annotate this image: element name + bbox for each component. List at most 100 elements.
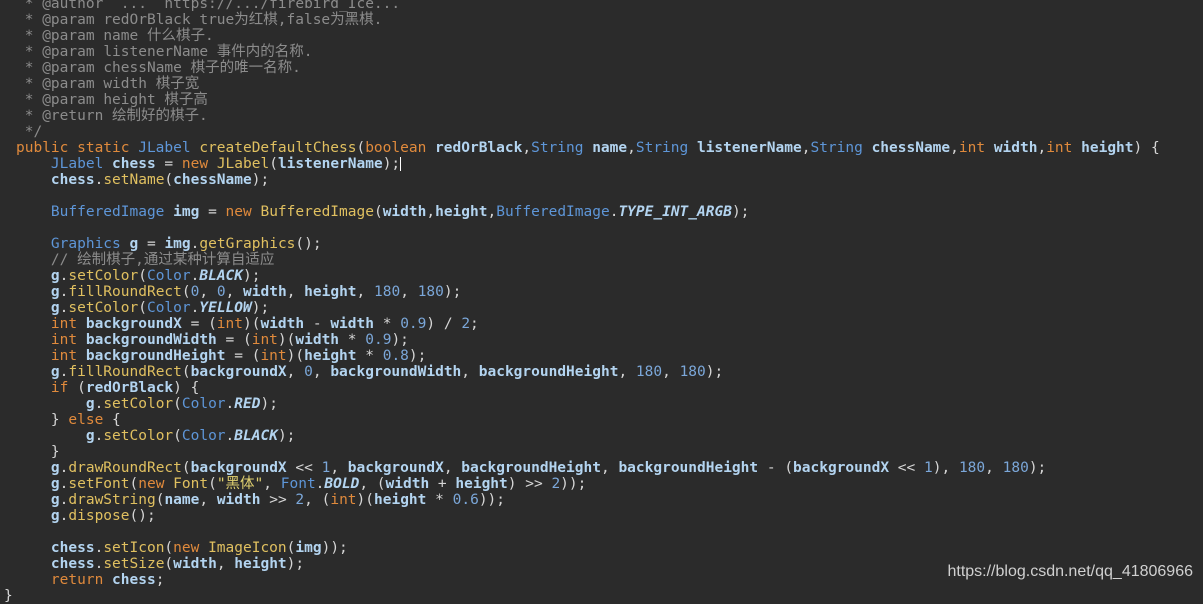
- code-token: height: [304, 348, 357, 364]
- code-token: 0: [216, 284, 226, 300]
- code-token: (: [181, 284, 191, 300]
- code-token: ,: [627, 140, 636, 156]
- code-line[interactable]: * @param name 什么棋子.: [16, 28, 214, 44]
- code-token: = (: [181, 316, 217, 332]
- code-line[interactable]: Graphics g = img.getGraphics();: [16, 236, 322, 252]
- code-line[interactable]: chess.setName(chessName);: [16, 172, 269, 188]
- code-line[interactable]: */: [16, 124, 42, 140]
- code-line[interactable]: // 绘制棋子,通过某种计算自适应: [16, 252, 274, 268]
- code-token: );: [382, 156, 401, 172]
- code-token: (: [173, 428, 182, 444]
- code-token: createDefaultChess: [199, 140, 357, 156]
- code-token: 2: [551, 476, 561, 492]
- code-line[interactable]: return chess;: [16, 572, 165, 588]
- code-token: 1: [924, 460, 933, 476]
- code-token: setColor: [68, 268, 139, 284]
- code-token: @param: [42, 44, 95, 60]
- code-token: );: [731, 204, 750, 220]
- code-token: img: [173, 204, 200, 220]
- code-line[interactable]: g.setColor(Color.RED);: [16, 396, 278, 412]
- code-token: Color: [181, 428, 226, 444]
- code-line[interactable]: g.setColor(Color.BLACK);: [16, 268, 261, 284]
- code-editor[interactable]: * @author ... https://.../firebird_Ice..…: [0, 0, 1203, 604]
- code-line[interactable]: * @param width 棋子宽: [16, 76, 199, 92]
- code-token: name: [164, 492, 200, 508]
- code-token: width: [382, 204, 427, 220]
- code-line[interactable]: g.drawRoundRect(backgroundX << 1, backgr…: [16, 460, 1046, 476]
- code-token: *: [373, 316, 401, 332]
- code-token: -: [304, 316, 331, 332]
- code-token: redOrBlack true为红棋,false为黑棋.: [94, 12, 383, 28]
- code-line[interactable]: JLabel chess = new JLabel(listenerName);: [16, 156, 402, 172]
- code-token: ,: [400, 284, 418, 300]
- code-token: ,: [618, 364, 636, 380]
- code-token: chessName: [173, 172, 252, 188]
- code-line[interactable]: if (redOrBlack) {: [16, 380, 199, 396]
- code-token: listenerName: [277, 156, 383, 172]
- code-token: (: [269, 156, 278, 172]
- code-token: (: [164, 556, 174, 572]
- code-line[interactable]: int backgroundWidth = (int)(width * 0.9)…: [16, 332, 409, 348]
- code-line[interactable]: g.drawString(name, width >> 2, (int)(hei…: [16, 492, 505, 508]
- code-token: ,: [950, 140, 959, 156]
- code-line[interactable]: * @return 绘制好的棋子.: [16, 108, 208, 124]
- code-token: width 棋子宽: [94, 76, 200, 92]
- code-line[interactable]: BufferedImage img = new BufferedImage(wi…: [16, 204, 750, 220]
- code-line[interactable]: public static JLabel createDefaultChess(…: [16, 140, 1160, 156]
- code-token: ,: [426, 204, 436, 220]
- code-token: .: [225, 428, 235, 444]
- code-token: String: [810, 140, 872, 156]
- code-line[interactable]: g.setColor(Color.YELLOW);: [16, 300, 269, 316]
- code-token: name 什么棋子.: [94, 28, 214, 44]
- code-token: g: [85, 396, 95, 412]
- code-line[interactable]: g.dispose();: [16, 508, 156, 524]
- code-line[interactable]: g.setColor(Color.BLACK);: [16, 428, 296, 444]
- code-token: 2: [295, 492, 305, 508]
- code-line[interactable]: g.fillRoundRect(0, 0, width, height, 180…: [16, 284, 461, 300]
- code-line[interactable]: * @param chessName 棋子的唯一名称.: [16, 60, 301, 76]
- code-token: (: [181, 460, 191, 476]
- code-token: g: [50, 460, 60, 476]
- code-token: >>: [260, 492, 296, 508]
- code-token: (: [164, 172, 174, 188]
- code-token: 0.9: [365, 332, 392, 348]
- code-token: ) >>: [507, 476, 552, 492]
- code-token: g: [50, 284, 60, 300]
- code-line[interactable]: g.fillRoundRect(backgroundX, 0, backgrou…: [16, 364, 723, 380]
- code-token: )(: [277, 332, 296, 348]
- code-token: YELLOW: [199, 300, 252, 316]
- code-line[interactable]: chess.setSize(width, height);: [16, 556, 304, 572]
- code-line[interactable]: chess.setIcon(new ImageIcon(img));: [16, 540, 348, 556]
- code-line[interactable]: }: [4, 588, 13, 604]
- code-line[interactable]: }: [16, 444, 60, 460]
- code-line[interactable]: * @param height 棋子高: [16, 92, 208, 108]
- code-token: ,: [225, 284, 244, 300]
- code-line[interactable]: } else {: [16, 412, 121, 428]
- code-line[interactable]: * @param listenerName 事件内的名称.: [16, 44, 313, 60]
- code-token: setColor: [103, 396, 174, 412]
- code-token: backgroundX: [347, 460, 444, 476]
- code-token: *: [16, 12, 43, 28]
- code-token: boolean: [365, 140, 436, 156]
- code-token: Font: [173, 476, 209, 492]
- code-token: = (: [225, 348, 261, 364]
- code-line[interactable]: * @param redOrBlack true为红棋,false为黑棋.: [16, 12, 383, 28]
- code-token: backgroundX: [85, 316, 182, 332]
- code-token: ));: [321, 540, 348, 556]
- code-line[interactable]: int backgroundHeight = (int)(height * 0.…: [16, 348, 426, 364]
- code-token: =: [199, 204, 226, 220]
- code-token: setName: [103, 172, 165, 188]
- code-line[interactable]: int backgroundX = (int)(width - width * …: [16, 316, 479, 332]
- code-line[interactable]: * @author ... https://.../firebird_Ice..…: [16, 0, 409, 12]
- code-line[interactable]: g.setFont(new Font("黑体", Font.BOLD, (wid…: [16, 476, 586, 492]
- code-token: RED: [234, 396, 261, 412]
